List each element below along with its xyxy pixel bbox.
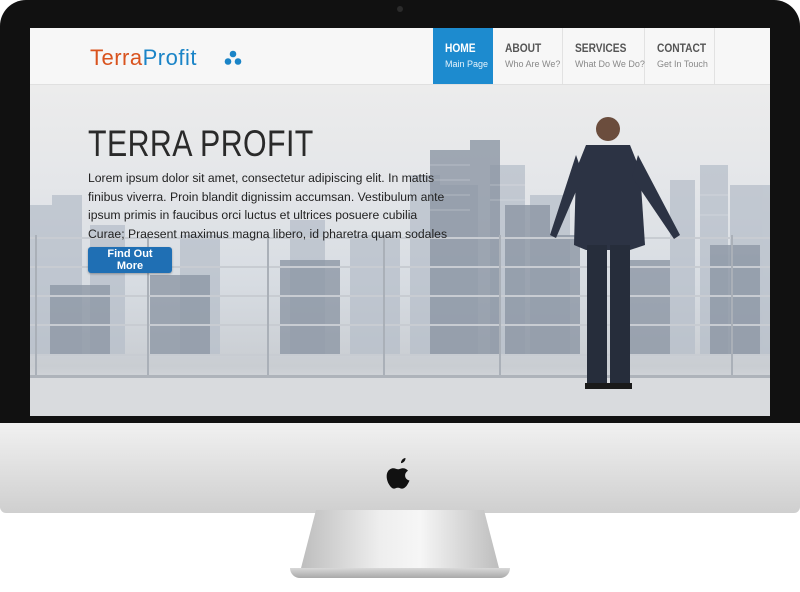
screen: TerraProfit HOME Main Page ABOUT Who Are… — [30, 28, 770, 416]
imac-stand — [300, 510, 500, 572]
nav-title: SERVICES — [575, 41, 627, 55]
logo-dots-icon — [224, 50, 242, 65]
nav-item-home[interactable]: HOME Main Page — [433, 28, 493, 84]
apple-logo-icon — [386, 458, 410, 489]
nav-subtitle: What Do We Do? — [575, 59, 645, 69]
nav-item-about[interactable]: ABOUT Who Are We? — [493, 28, 563, 84]
nav-item-services[interactable]: SERVICES What Do We Do? — [563, 28, 645, 84]
nav-subtitle: Who Are We? — [505, 59, 561, 69]
nav-title: CONTACT — [657, 41, 707, 55]
camera-icon — [397, 6, 403, 12]
nav-title: ABOUT — [505, 41, 542, 55]
nav-subtitle: Get In Touch — [657, 59, 708, 69]
find-out-more-button[interactable]: Find Out More — [88, 247, 172, 273]
site-header: TerraProfit HOME Main Page ABOUT Who Are… — [30, 28, 770, 85]
hero-title: TERRA PROFIT — [88, 123, 314, 164]
site-logo[interactable]: TerraProfit — [90, 45, 197, 71]
nav-title: HOME — [445, 41, 476, 55]
hero-banner: TERRA PROFIT Lorem ipsum dolor sit amet,… — [30, 85, 770, 416]
nav-subtitle: Main Page — [445, 59, 489, 69]
nav-item-contact[interactable]: CONTACT Get In Touch — [645, 28, 715, 84]
logo-text-terra: Terra — [90, 45, 143, 70]
main-nav: HOME Main Page ABOUT Who Are We? SERVICE… — [433, 28, 715, 84]
logo-text-profit: Profit — [142, 45, 197, 70]
imac-stand-base — [290, 568, 510, 578]
